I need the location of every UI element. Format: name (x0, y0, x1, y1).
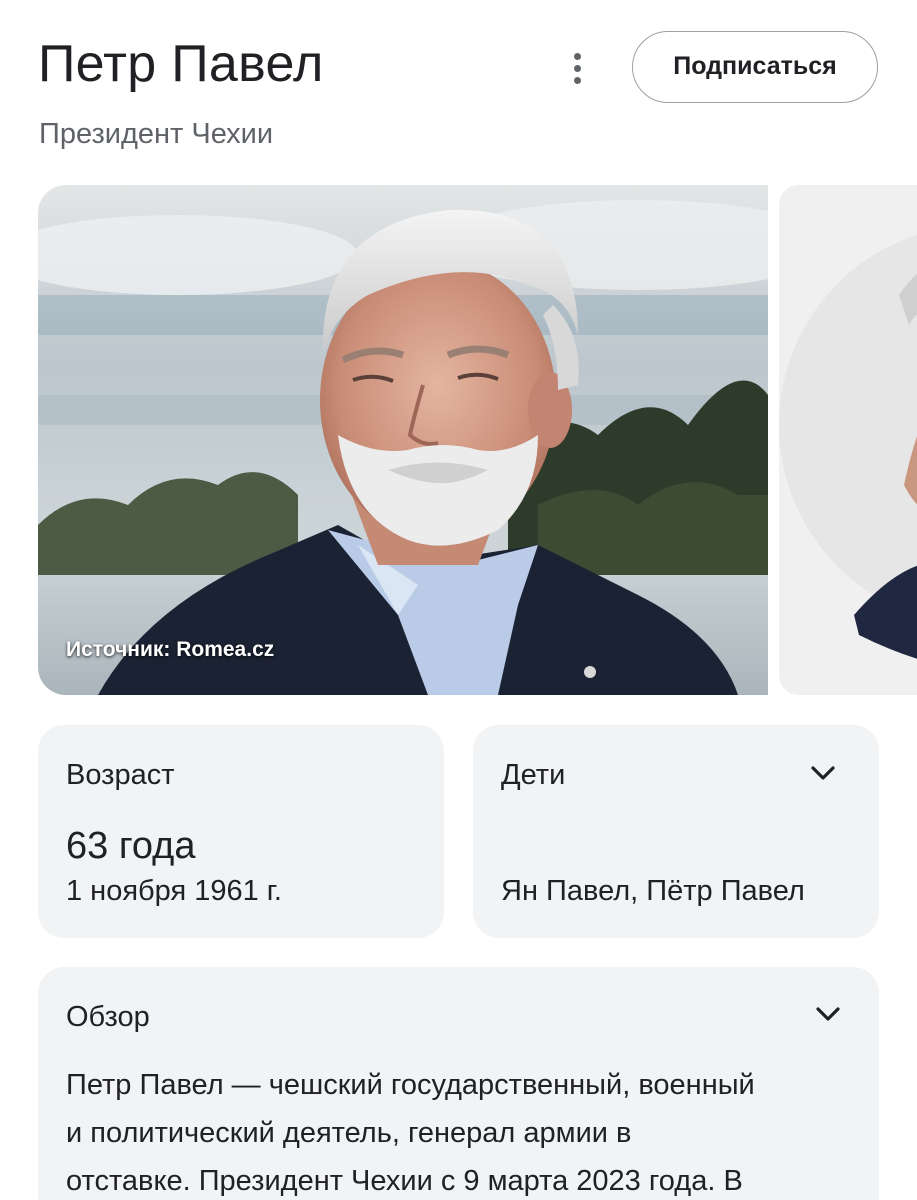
portrait-photo (38, 185, 768, 695)
overview-label: Обзор (66, 1001, 150, 1033)
main-photo[interactable]: Источник: Romea.cz (38, 185, 768, 695)
page-title: Петр Павел (38, 35, 324, 93)
image-source-caption: Источник: Romea.cz (66, 638, 275, 661)
more-dot (574, 65, 581, 72)
overview-line: и политический деятель, генерал армии в (66, 1117, 632, 1149)
overview-line: отставке. Президент Чехии с 9 марта 2023… (66, 1165, 743, 1197)
children-card[interactable]: Дети Ян Павел, Пётр Павел (473, 725, 879, 938)
birth-date: 1 ноября 1961 г. (66, 875, 282, 907)
age-value: 63 года (66, 825, 196, 867)
chevron-down-icon[interactable] (811, 997, 845, 1031)
page-subtitle: Президент Чехии (39, 118, 274, 150)
age-card: Возраст 63 года 1 ноября 1961 г. (38, 725, 444, 938)
children-value: Ян Павел, Пётр Павел (501, 875, 805, 907)
more-vert-icon[interactable] (556, 44, 600, 92)
chevron-down-icon[interactable] (806, 756, 840, 790)
age-label: Возраст (66, 759, 175, 791)
more-dot (574, 77, 581, 84)
subscribe-button[interactable]: Подписаться (632, 31, 878, 103)
knowledge-panel: Петр Павел Президент Чехии Подписаться И… (0, 0, 917, 1200)
secondary-photo[interactable] (779, 185, 917, 695)
portrait-photo-secondary (779, 185, 917, 695)
overview-line: Петр Павел — чешский государственный, во… (66, 1069, 755, 1101)
overview-card: Обзор Петр Павел — чешский государственн… (38, 967, 879, 1200)
overview-text: Петр Павел — чешский государственный, во… (66, 1061, 856, 1200)
children-label: Дети (501, 759, 566, 791)
more-dot (574, 53, 581, 60)
